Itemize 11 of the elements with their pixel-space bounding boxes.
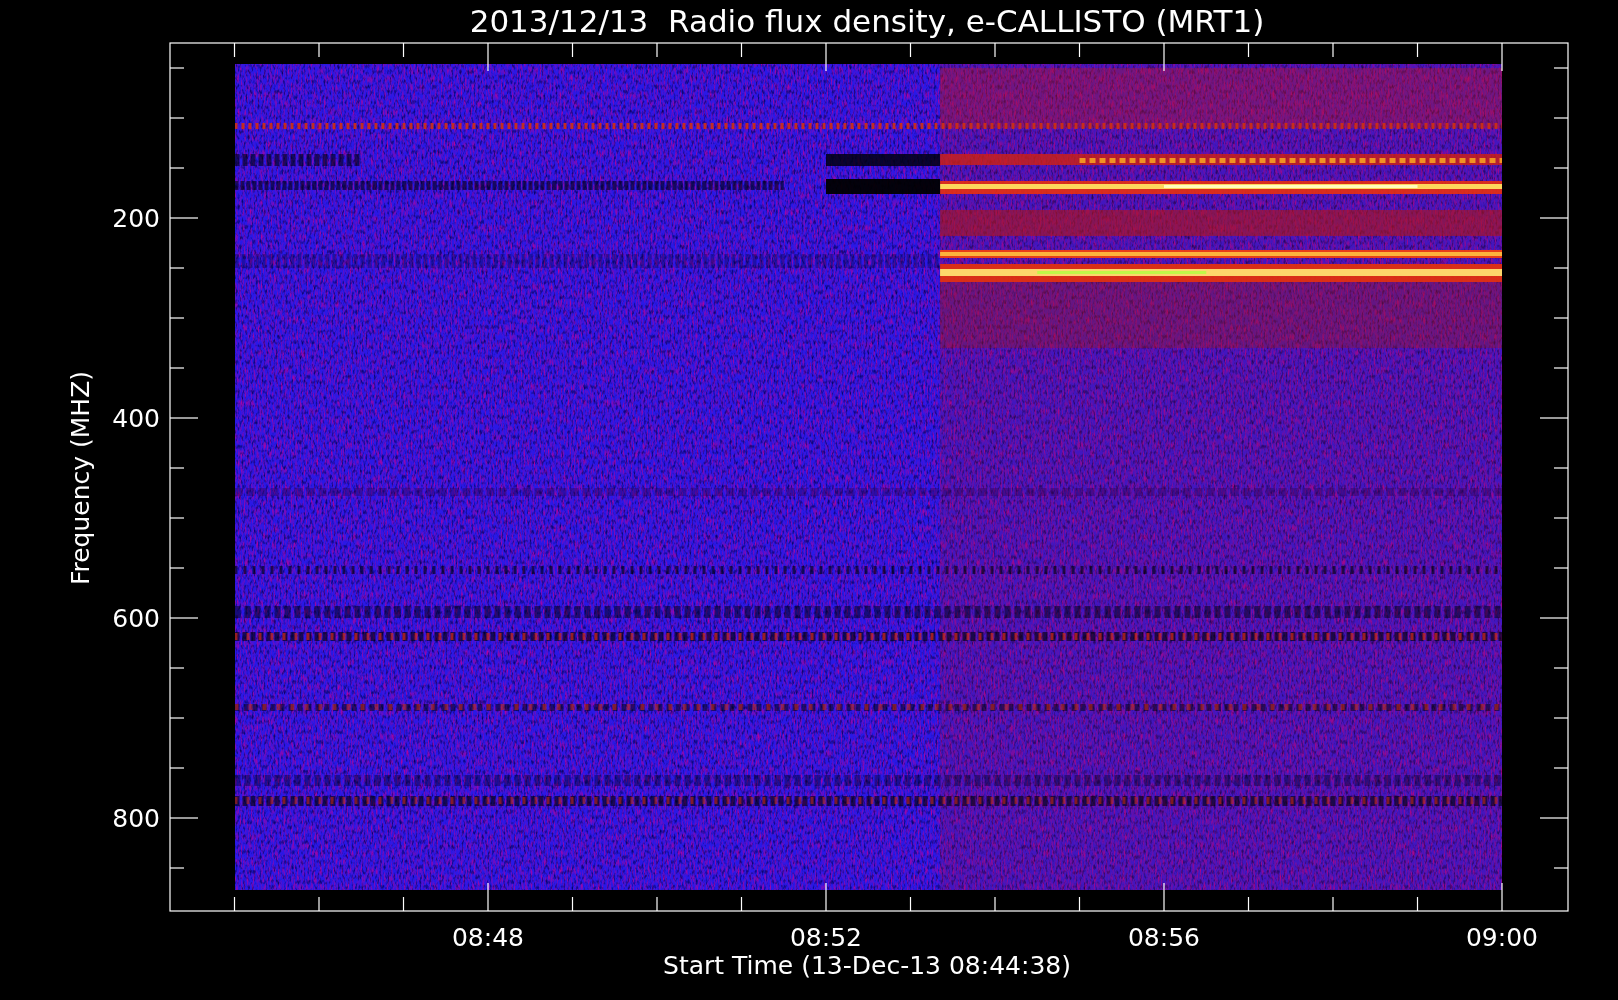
axis-tick-label: 800 xyxy=(112,804,160,833)
axis-tick-label: 400 xyxy=(112,404,160,433)
axis-tick-label: 08:48 xyxy=(452,923,524,952)
axis-tick-label: 600 xyxy=(112,604,160,633)
axis-title: Start Time (13-Dec-13 08:44:38) xyxy=(663,951,1071,980)
axis-tick-label: 08:52 xyxy=(790,923,862,952)
axis-tick-label: 200 xyxy=(112,204,160,233)
axis-title: Frequency (MHZ) xyxy=(66,370,95,586)
axis-tick-label: 08:56 xyxy=(1128,923,1200,952)
plot-title: 2013/12/13 Radio flux density, e-CALLISTO (MRT1) xyxy=(469,3,1265,39)
axis-tick-label: 09:00 xyxy=(1466,923,1538,952)
